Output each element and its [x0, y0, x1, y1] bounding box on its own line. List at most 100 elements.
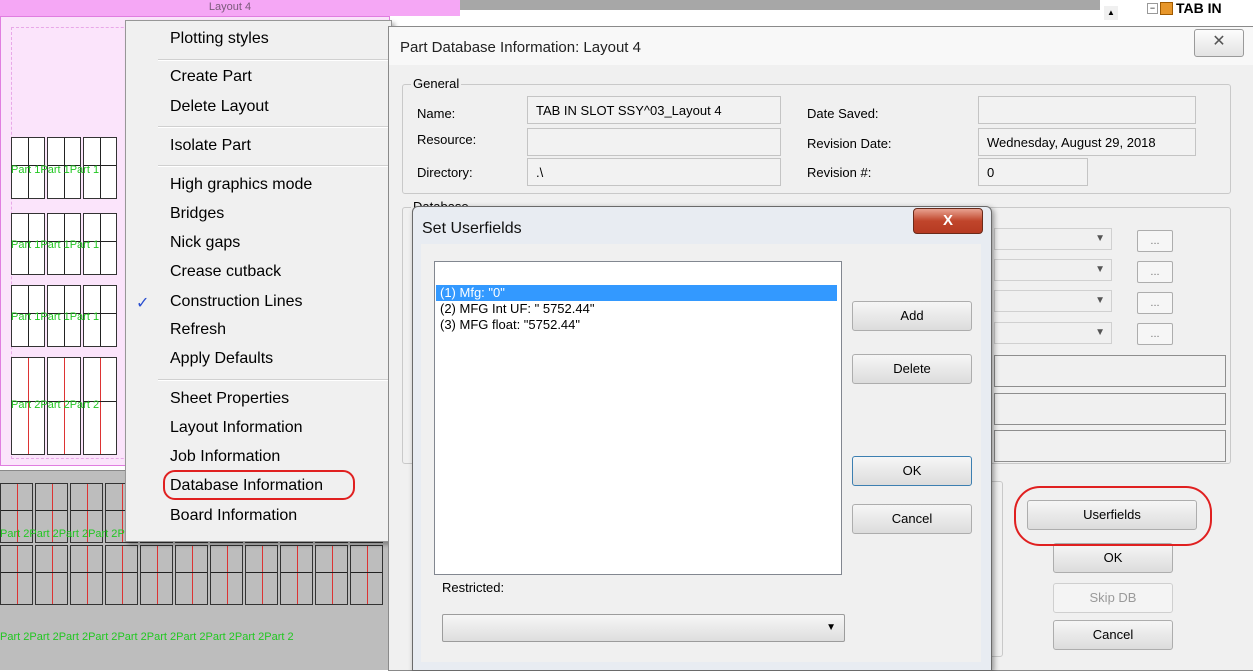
part-row: [11, 137, 117, 199]
part-shape[interactable]: [11, 213, 45, 275]
menu-item-sheet-properties[interactable]: Sheet Properties: [170, 390, 289, 408]
database-dropdown[interactable]: ▼: [994, 228, 1112, 250]
part-shape[interactable]: [47, 357, 81, 455]
part-shape[interactable]: [140, 545, 173, 605]
menu-separator: [158, 126, 389, 128]
skip-db-button[interactable]: Skip DB: [1053, 583, 1173, 613]
part-shape[interactable]: [11, 357, 45, 455]
resource-field[interactable]: [527, 128, 781, 156]
part-shape[interactable]: [47, 137, 81, 199]
part-row: [11, 285, 117, 347]
part-shape[interactable]: [47, 213, 81, 275]
part-shape[interactable]: [70, 483, 103, 543]
part-shape[interactable]: [35, 483, 68, 543]
revision-number-label: Revision #:: [807, 165, 872, 180]
menu-item-apply-defaults[interactable]: Apply Defaults: [170, 350, 273, 368]
database-text-field[interactable]: [994, 430, 1226, 462]
menu-item-isolate-part[interactable]: Isolate Part: [170, 137, 251, 155]
part-row: [11, 357, 117, 455]
menu-separator: [158, 165, 389, 167]
part-shape[interactable]: [70, 545, 103, 605]
part-shape[interactable]: [83, 357, 117, 455]
list-item[interactable]: (2) MFG Int UF: " 5752.44": [436, 301, 837, 317]
general-group-label: General: [411, 76, 462, 91]
menu-item-create-part[interactable]: Create Part: [170, 68, 252, 86]
part-shape[interactable]: [83, 137, 117, 199]
database-dropdown[interactable]: ▼: [994, 322, 1112, 344]
part-shape[interactable]: [245, 545, 278, 605]
part-shape[interactable]: [83, 285, 117, 347]
part-shape[interactable]: [83, 213, 117, 275]
part-shape[interactable]: [0, 483, 33, 543]
menu-item-construction-lines[interactable]: Construction Lines: [170, 293, 303, 311]
part-shape[interactable]: [11, 137, 45, 199]
cancel-button[interactable]: Cancel: [852, 504, 972, 534]
menu-separator: [158, 379, 389, 381]
delete-button[interactable]: Delete: [852, 354, 972, 384]
part-row: [11, 213, 117, 275]
database-text-field[interactable]: [994, 393, 1226, 425]
menu-item-job-information[interactable]: Job Information: [170, 448, 280, 466]
menu-item-crease-cutback[interactable]: Crease cutback: [170, 263, 281, 281]
list-item[interactable]: (3) MFG float: "5752.44": [436, 317, 837, 333]
menu-item-high-graphics-mode[interactable]: High graphics mode: [170, 176, 312, 194]
menu-item-refresh[interactable]: Refresh: [170, 321, 226, 339]
name-label: Name:: [417, 106, 456, 121]
close-button[interactable]: X: [913, 208, 983, 234]
part-shape[interactable]: [210, 545, 243, 605]
browse-button[interactable]: ...: [1137, 323, 1173, 345]
part-shape[interactable]: [35, 545, 68, 605]
database-dropdown[interactable]: ▼: [994, 259, 1112, 281]
tree-collapse-icon[interactable]: −: [1147, 3, 1158, 14]
database-dropdown[interactable]: ▼: [994, 290, 1112, 312]
close-icon: ✕: [1212, 33, 1226, 50]
close-button[interactable]: ✕: [1194, 29, 1244, 57]
resource-label: Resource:: [417, 132, 477, 147]
part-shape[interactable]: [11, 285, 45, 347]
directory-label: Directory:: [417, 165, 473, 180]
revision-date-field[interactable]: Wednesday, August 29, 2018: [978, 128, 1196, 156]
menu-item-plotting-styles[interactable]: Plotting styles: [170, 30, 269, 48]
ok-button[interactable]: OK: [852, 456, 972, 486]
context-menu: Plotting styles Create Part Delete Layou…: [125, 20, 392, 542]
revision-number-field[interactable]: 0: [978, 158, 1088, 186]
dropdown-arrow-icon: ▼: [1095, 327, 1105, 338]
date-saved-field[interactable]: [978, 96, 1196, 124]
menu-item-layout-information[interactable]: Layout Information: [170, 419, 303, 437]
part-shape[interactable]: [315, 545, 348, 605]
dialog-title: Part Database Information: Layout 4: [400, 39, 641, 56]
browse-button[interactable]: ...: [1137, 292, 1173, 314]
part-shape[interactable]: [0, 545, 33, 605]
browse-button[interactable]: ...: [1137, 261, 1173, 283]
revision-date-label: Revision Date:: [807, 136, 892, 151]
cancel-button[interactable]: Cancel: [1053, 620, 1173, 650]
directory-field[interactable]: .\: [527, 158, 781, 186]
add-button[interactable]: Add: [852, 301, 972, 331]
part-shape[interactable]: [350, 545, 383, 605]
part-label: Part 2Part 2Part 2Part 2Part 2Part 2Part…: [0, 631, 294, 643]
dropdown-arrow-icon: ▼: [1095, 295, 1105, 306]
name-field[interactable]: TAB IN SLOT SSY^03_Layout 4: [527, 96, 781, 124]
part-shape[interactable]: [175, 545, 208, 605]
checkmark-icon: ✓: [136, 295, 150, 312]
list-item[interactable]: (1) Mfg: "0": [436, 285, 837, 301]
part-shape[interactable]: [105, 545, 138, 605]
userfields-list[interactable]: (1) Mfg: "0" (2) MFG Int UF: " 5752.44" …: [434, 261, 842, 575]
close-icon: X: [942, 212, 953, 229]
part-shape[interactable]: [47, 285, 81, 347]
dialog-titlebar[interactable]: Part Database Information: Layout 4 ✕: [389, 27, 1253, 65]
menu-item-nick-gaps[interactable]: Nick gaps: [170, 234, 240, 252]
restricted-dropdown[interactable]: ▼: [442, 614, 845, 642]
scroll-up-arrow-icon[interactable]: ▲: [1104, 6, 1118, 20]
menu-item-delete-layout[interactable]: Delete Layout: [170, 98, 269, 116]
highlight-annotation: [1014, 486, 1212, 546]
ok-button[interactable]: OK: [1053, 543, 1173, 573]
menu-item-board-information[interactable]: Board Information: [170, 507, 297, 525]
menu-item-bridges[interactable]: Bridges: [170, 205, 224, 223]
browse-button[interactable]: ...: [1137, 230, 1173, 252]
database-text-field[interactable]: [994, 355, 1226, 387]
dropdown-arrow-icon: ▼: [1095, 264, 1105, 275]
layout-file-icon: [1160, 2, 1173, 15]
part-shape[interactable]: [280, 545, 313, 605]
tree-node-label[interactable]: TAB IN: [1176, 0, 1222, 16]
